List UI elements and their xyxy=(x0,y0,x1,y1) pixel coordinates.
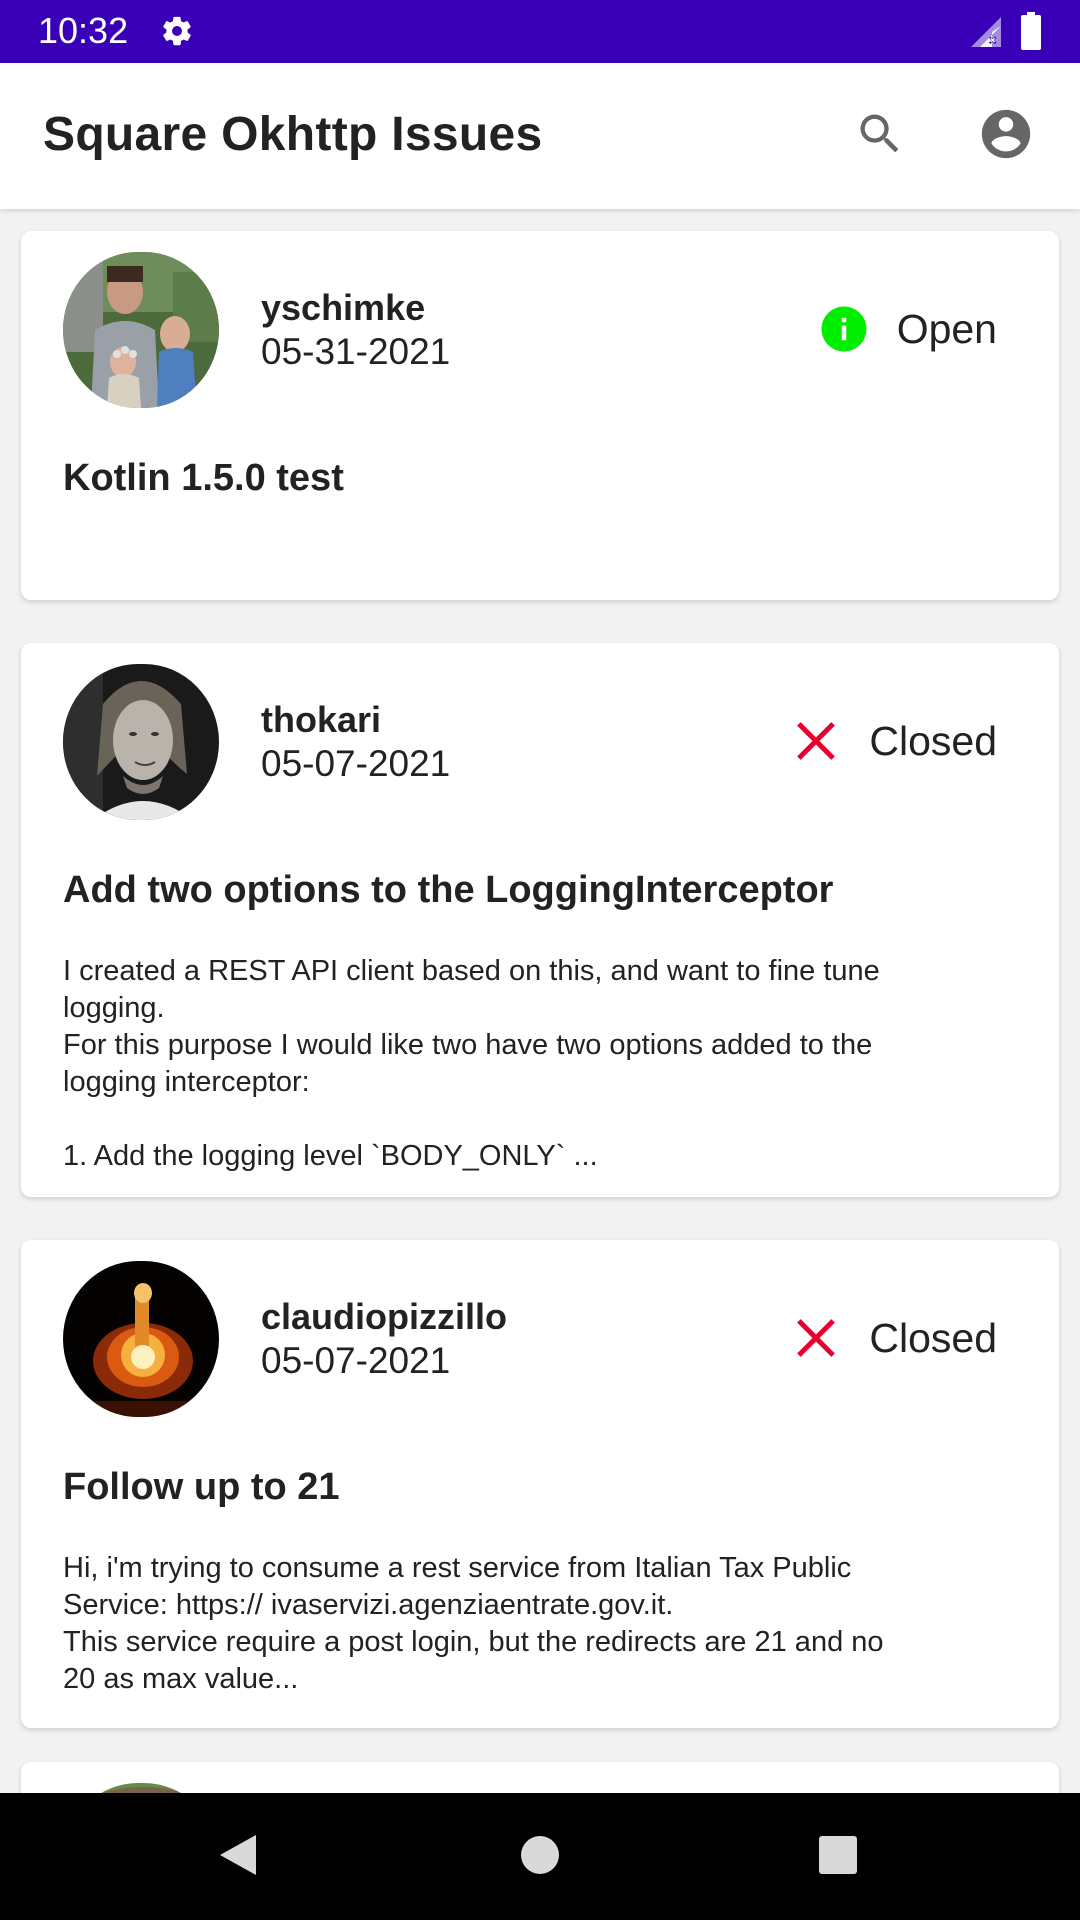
app-bar: Square Okhttp Issues xyxy=(0,63,1080,209)
search-icon xyxy=(854,108,906,164)
status-badge: Closed xyxy=(789,1308,997,1368)
battery-icon xyxy=(1020,12,1042,50)
issue-card[interactable] xyxy=(21,1762,1059,1793)
user-name: thokari xyxy=(261,699,382,740)
avatar xyxy=(63,664,219,820)
issue-card[interactable]: thokari 05-07-2021 Closed Add two option… xyxy=(21,643,1059,1197)
issue-list[interactable]: yschimke 05-31-2021 Open Kotlin 1.5.0 te… xyxy=(0,209,1080,1793)
user-name: yschimke xyxy=(261,287,426,328)
navigation-bar xyxy=(0,1793,1080,1920)
status-badge: Open xyxy=(817,299,997,359)
avatar xyxy=(63,1783,219,1793)
issue-title: Add two options to the LoggingIntercepto… xyxy=(63,869,834,911)
info-circle-icon xyxy=(817,302,871,356)
search-button[interactable] xyxy=(845,101,915,171)
status-label: Open xyxy=(896,306,997,352)
back-button[interactable] xyxy=(200,1819,276,1895)
status-bar: 10:32 xyxy=(0,0,1080,63)
avatar xyxy=(63,1261,219,1417)
account-button[interactable] xyxy=(971,101,1041,171)
status-label: Closed xyxy=(869,1315,997,1361)
issue-title: Kotlin 1.5.0 test xyxy=(63,457,344,499)
status-time: 10:32 xyxy=(38,10,129,51)
issue-date: 05-31-2021 xyxy=(261,331,451,372)
issue-date: 05-07-2021 xyxy=(261,743,451,784)
user-name: claudiopizzillo xyxy=(261,1296,508,1337)
status-label: Closed xyxy=(869,718,997,764)
issue-body: I created a REST API client based on thi… xyxy=(63,955,880,1172)
account-circle-icon xyxy=(977,105,1035,167)
recents-icon xyxy=(818,1835,858,1879)
avatar xyxy=(63,252,219,408)
issue-card[interactable]: yschimke 05-31-2021 Open Kotlin 1.5.0 te… xyxy=(21,231,1059,600)
settings-gear-icon xyxy=(160,14,194,48)
close-x-icon xyxy=(789,1311,843,1365)
home-button[interactable] xyxy=(502,1819,578,1895)
close-x-icon xyxy=(789,714,843,768)
page-title: Square Okhttp Issues xyxy=(43,108,543,161)
back-icon xyxy=(216,1831,260,1883)
recents-button[interactable] xyxy=(800,1819,876,1895)
signal-icon xyxy=(968,14,1004,50)
issue-body: Hi, i'm trying to consume a rest service… xyxy=(63,1552,884,1695)
home-icon xyxy=(520,1835,560,1879)
issue-title: Follow up to 21 xyxy=(63,1466,340,1508)
issue-card[interactable]: claudiopizzillo 05-07-2021 Closed Follow… xyxy=(21,1240,1059,1728)
status-badge: Closed xyxy=(789,711,997,771)
issue-date: 05-07-2021 xyxy=(261,1340,451,1381)
